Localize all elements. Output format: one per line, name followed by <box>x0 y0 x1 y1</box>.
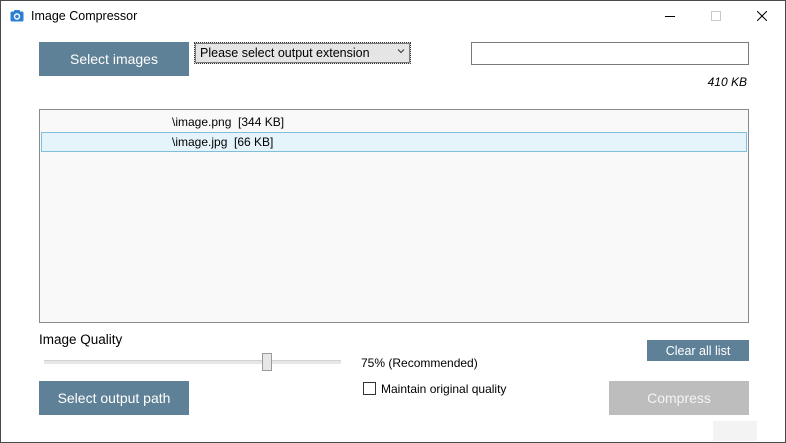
total-size-label: 410 KB <box>707 75 747 89</box>
output-extension-value: Please select output extension <box>200 46 370 60</box>
list-item[interactable]: \image.png [344 KB] <box>41 112 747 132</box>
maximize-button[interactable] <box>693 1 739 31</box>
window-title: Image Compressor <box>31 9 138 23</box>
camera-icon <box>10 10 24 22</box>
list-item-label: \image.jpg [66 KB] <box>172 135 274 149</box>
select-images-button[interactable]: Select images <box>39 42 189 76</box>
list-item-selected[interactable]: \image.jpg [66 KB] <box>41 132 747 152</box>
maintain-quality-checkbox[interactable] <box>363 382 376 395</box>
minimize-button[interactable] <box>647 1 693 31</box>
list-item-label: \image.png [344 KB] <box>172 115 285 129</box>
compress-button[interactable]: Compress <box>609 381 749 415</box>
image-quality-label: Image Quality <box>39 332 123 347</box>
select-output-path-button[interactable]: Select output path <box>39 381 189 415</box>
quality-slider-track[interactable] <box>44 360 341 365</box>
file-list[interactable]: \image.png [344 KB] \image.jpg [66 KB] <box>39 109 749 323</box>
maximize-icon <box>711 11 721 21</box>
minimize-icon <box>665 16 675 17</box>
corner-area <box>713 421 757 441</box>
size-field[interactable] <box>471 42 749 65</box>
app-window: Image Compressor Select images Please se… <box>0 0 786 443</box>
maintain-quality-label[interactable]: Maintain original quality <box>381 382 506 396</box>
quality-value: 75% (Recommended) <box>361 356 478 370</box>
quality-slider-thumb[interactable] <box>261 353 272 371</box>
clear-all-button[interactable]: Clear all list <box>647 340 749 361</box>
chevron-down-icon <box>397 49 405 54</box>
close-icon <box>757 11 767 21</box>
output-extension-select[interactable]: Please select output extension <box>194 42 411 64</box>
close-button[interactable] <box>739 1 785 31</box>
title-bar[interactable]: Image Compressor <box>1 1 785 32</box>
